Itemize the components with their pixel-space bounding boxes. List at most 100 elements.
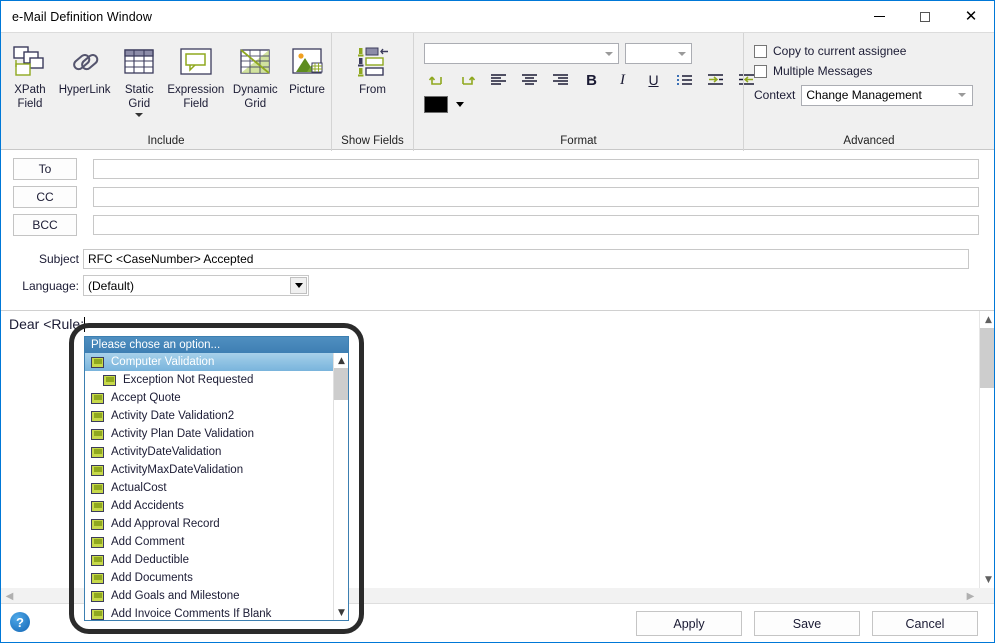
xpath-field-button[interactable]: XPath Field — [5, 37, 55, 110]
context-select[interactable]: Change Management — [801, 84, 974, 106]
minimize-button[interactable] — [856, 1, 902, 32]
align-right-button[interactable] — [548, 68, 573, 92]
dropdown-item-label: Add Accidents — [111, 500, 184, 512]
dropdown-item[interactable]: Activity Date Validation2 — [85, 407, 333, 425]
editor-vertical-scrollbar[interactable]: ▲ ▼ — [979, 311, 994, 588]
dropdown-item[interactable]: ActualCost — [85, 479, 333, 497]
close-button[interactable]: ✕ — [948, 1, 994, 32]
to-row: To — [1, 158, 994, 180]
multiple-messages-checkbox[interactable] — [754, 64, 767, 78]
maximize-button[interactable] — [902, 1, 948, 32]
bold-button[interactable]: B — [579, 68, 604, 92]
rule-monitor-icon — [91, 572, 104, 584]
font-name-combo[interactable] — [424, 43, 619, 64]
indent-increase-button[interactable] — [703, 68, 728, 92]
expression-field-label-2: Field — [183, 97, 209, 110]
dropdown-item[interactable]: Exception Not Requested — [85, 371, 333, 389]
dynamic-grid-label-2: Grid — [244, 97, 267, 110]
dropdown-item[interactable]: Add Deductible — [85, 551, 333, 569]
dropdown-item-label: ActivityMaxDateValidation — [111, 464, 244, 476]
static-grid-icon — [123, 41, 155, 83]
help-icon[interactable]: ? — [10, 612, 30, 632]
hyperlink-icon — [67, 41, 103, 83]
apply-button[interactable]: Apply — [636, 611, 742, 636]
cc-button[interactable]: CC — [13, 186, 77, 208]
dropdown-scroll-thumb[interactable] — [334, 368, 348, 400]
ribbon-group-advanced: Copy to current assignee Multiple Messag… — [743, 33, 994, 151]
to-input[interactable] — [93, 159, 979, 179]
chevron-down-icon[interactable] — [135, 113, 144, 117]
dropdown-item[interactable]: ActivityDateValidation — [85, 443, 333, 461]
font-size-combo[interactable] — [625, 43, 692, 64]
dropdown-item[interactable]: Accept Quote — [85, 389, 333, 407]
dropdown-item-label: Computer Validation — [111, 356, 215, 368]
bcc-row: BCC — [1, 214, 994, 236]
bcc-input[interactable] — [93, 215, 979, 235]
window-title: e-Mail Definition Window — [12, 9, 152, 24]
dropdown-item-label: ActualCost — [111, 482, 167, 494]
dropdown-scroll-down-button[interactable]: ▼ — [334, 605, 348, 620]
align-left-button[interactable] — [486, 68, 511, 92]
redo-button[interactable] — [455, 68, 480, 92]
context-label: Context — [754, 88, 796, 102]
dropdown-item[interactable]: Add Accidents — [85, 497, 333, 515]
ribbon-group-include: XPath Field HyperLink Static Grid Expres… — [1, 33, 331, 151]
copy-to-assignee-row[interactable]: Copy to current assignee — [744, 41, 906, 61]
hyperlink-label-1: HyperLink — [58, 84, 111, 96]
rule-monitor-icon — [91, 518, 104, 530]
language-select[interactable]: (Default) — [83, 275, 309, 296]
dropdown-item[interactable]: Add Comment — [85, 533, 333, 551]
dynamic-grid-button[interactable]: Dynamic Grid — [227, 37, 283, 110]
rule-monitor-icon — [91, 482, 104, 494]
rule-option-dropdown[interactable]: Please chose an option... Computer Valid… — [84, 336, 349, 621]
vertical-scroll-thumb[interactable] — [980, 328, 994, 388]
scroll-down-button[interactable]: ▼ — [980, 571, 994, 588]
align-center-button[interactable] — [517, 68, 542, 92]
format-group-body: B I U — [414, 33, 754, 135]
dropdown-item[interactable]: Add Approval Record — [85, 515, 333, 533]
cancel-button[interactable]: Cancel — [872, 611, 978, 636]
dropdown-item[interactable]: Activity Plan Date Validation — [85, 425, 333, 443]
dropdown-scrollbar[interactable]: ▲ ▼ — [333, 353, 348, 620]
text-color-swatch[interactable] — [424, 96, 448, 113]
dropdown-list[interactable]: Computer Validation Exception Not Request… — [85, 353, 333, 620]
rule-monitor-icon — [103, 374, 116, 386]
language-dropdown-button[interactable] — [290, 277, 307, 294]
dropdown-item[interactable]: Add Documents — [85, 569, 333, 587]
picture-button[interactable]: Picture — [283, 37, 331, 97]
hyperlink-button[interactable]: HyperLink — [55, 37, 114, 97]
bcc-button[interactable]: BCC — [13, 214, 77, 236]
rule-monitor-icon — [91, 410, 104, 422]
static-grid-label-1: Static — [124, 84, 154, 96]
rule-monitor-icon — [91, 500, 104, 512]
multiple-messages-row[interactable]: Multiple Messages — [744, 61, 872, 81]
dropdown-scroll-up-button[interactable]: ▲ — [334, 353, 348, 368]
rule-monitor-icon — [91, 464, 104, 476]
save-button[interactable]: Save — [754, 611, 860, 636]
rule-monitor-icon — [91, 536, 104, 548]
undo-button[interactable] — [424, 68, 449, 92]
subject-input[interactable]: RFC <CaseNumber> Accepted — [83, 249, 969, 269]
italic-button[interactable]: I — [610, 68, 635, 92]
dropdown-item[interactable]: Computer Validation — [85, 353, 333, 371]
from-field-button[interactable]: From — [342, 37, 404, 97]
rule-monitor-icon — [91, 554, 104, 566]
static-grid-button[interactable]: Static Grid — [114, 37, 164, 117]
language-row: Language: (Default) — [1, 275, 994, 296]
underline-button[interactable]: U — [641, 68, 666, 92]
expression-field-button[interactable]: Expression Field — [164, 37, 227, 110]
scroll-up-button[interactable]: ▲ — [980, 311, 994, 328]
dropdown-item[interactable]: Add Invoice Comments If Blank — [85, 605, 333, 620]
address-fields-area: To CC BCC Subject RFC <CaseNumber> Accep… — [1, 150, 994, 296]
format-group-label: Format — [560, 135, 597, 147]
to-button[interactable]: To — [13, 158, 77, 180]
dropdown-item[interactable]: ActivityMaxDateValidation — [85, 461, 333, 479]
bullet-list-button[interactable] — [672, 68, 697, 92]
cc-input[interactable] — [93, 187, 979, 207]
show-fields-group-body: From — [332, 33, 413, 135]
dropdown-item[interactable]: Add Goals and Milestone — [85, 587, 333, 605]
expression-field-label-1: Expression — [167, 84, 225, 96]
copy-to-assignee-checkbox[interactable] — [754, 44, 767, 58]
chevron-down-icon[interactable] — [456, 102, 464, 107]
language-select-value: (Default) — [88, 278, 135, 293]
